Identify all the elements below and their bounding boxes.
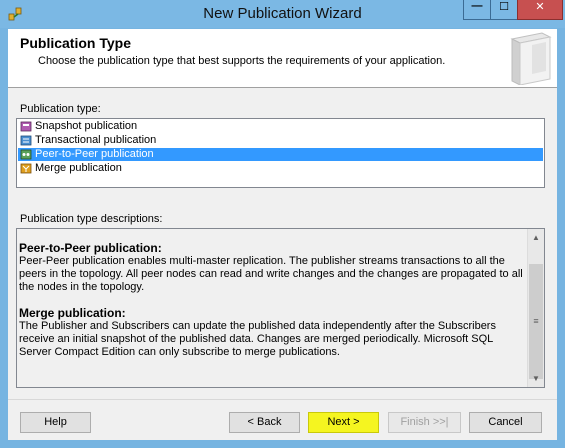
publication-type-list[interactable]: Snapshot publication Transactional publi…	[16, 118, 545, 188]
back-button[interactable]: < Back	[229, 412, 300, 433]
next-button[interactable]: Next >	[308, 412, 379, 433]
scroll-down-icon[interactable]: ▼	[528, 370, 544, 387]
minimize-button[interactable]: —	[463, 0, 491, 20]
description-heading: Merge publication:	[19, 306, 126, 320]
description-text: Peer-Peer publication enables multi-mast…	[19, 255, 523, 293]
list-item-transactional[interactable]: Transactional publication	[18, 134, 543, 147]
list-item-label: Merge publication	[35, 162, 122, 174]
close-button[interactable]: ✕	[517, 0, 563, 20]
close-icon: ✕	[535, 1, 545, 13]
wizard-client-area: Publication Type Choose the publication …	[8, 29, 557, 440]
transactional-publication-icon	[20, 135, 32, 146]
maximize-button[interactable]: ☐	[490, 0, 518, 20]
descriptions-label: Publication type descriptions:	[20, 213, 163, 225]
page-subtitle: Choose the publication type that best su…	[38, 55, 446, 67]
publication-type-label: Publication type:	[20, 103, 101, 115]
list-item-snapshot[interactable]: Snapshot publication	[18, 120, 543, 133]
minimize-icon: —	[471, 0, 483, 12]
list-item-peer-to-peer[interactable]: Peer-to-Peer publication	[18, 148, 543, 161]
wizard-window: New Publication Wizard — ☐ ✕ Publication…	[0, 0, 565, 448]
help-button[interactable]: Help	[20, 412, 91, 433]
merge-publication-icon	[20, 163, 32, 174]
list-item-label: Peer-to-Peer publication	[35, 148, 154, 160]
descriptions-content: Peer-to-Peer publication: Peer-Peer publ…	[19, 231, 526, 385]
descriptions-panel[interactable]: Peer-to-Peer publication: Peer-Peer publ…	[16, 228, 545, 388]
maximize-icon: ☐	[499, 1, 509, 13]
title-bar[interactable]: New Publication Wizard — ☐ ✕	[0, 0, 565, 28]
wizard-banner-graphic	[510, 32, 552, 85]
scroll-thumb[interactable]: ≡	[529, 264, 543, 379]
description-text: The Publisher and Subscribers can update…	[19, 320, 496, 358]
page-title: Publication Type	[20, 35, 131, 51]
snapshot-publication-icon	[20, 121, 32, 132]
descriptions-scrollbar[interactable]: ▲ ≡ ▼	[527, 229, 544, 387]
list-item-label: Transactional publication	[35, 134, 157, 146]
description-heading: Peer-to-Peer publication:	[19, 241, 162, 255]
wizard-header: Publication Type Choose the publication …	[8, 29, 557, 88]
scroll-up-icon[interactable]: ▲	[528, 229, 544, 246]
finish-button[interactable]: Finish >>|	[388, 412, 461, 433]
cancel-button[interactable]: Cancel	[469, 412, 542, 433]
list-item-merge[interactable]: Merge publication	[18, 162, 543, 175]
list-item-label: Snapshot publication	[35, 120, 138, 132]
peer-to-peer-publication-icon	[20, 149, 32, 160]
wizard-footer: Help < Back Next > Finish >>| Cancel	[8, 399, 557, 441]
